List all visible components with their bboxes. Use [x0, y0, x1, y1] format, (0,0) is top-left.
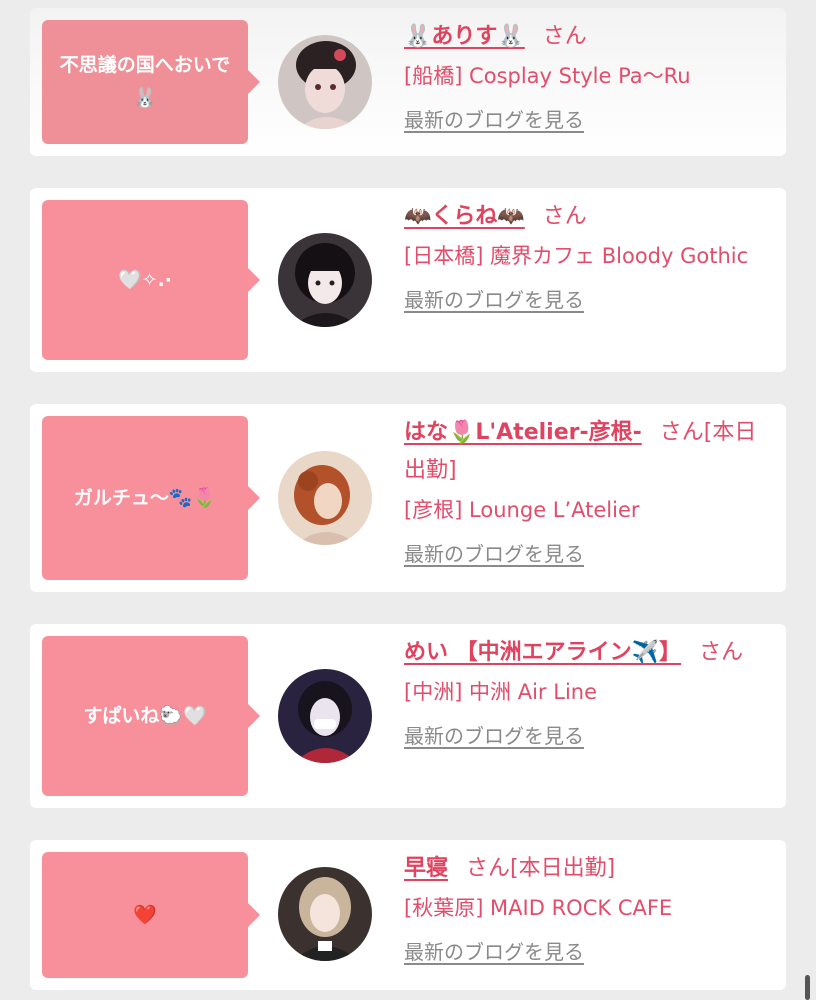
- cast-card: すぱいね🐑🤍 めい 【中洲エアライン✈️】 さん [中洲] 中洲 Air Line…: [30, 624, 786, 808]
- cast-card: ガルチュ〜🐾🌷 はな🌷L'Atelier-彦根- さん[本日出勤] [彦根] Lo…: [30, 404, 786, 592]
- cast-card: 🤍✧.· 🦇くらね🦇 さん [日本橋] 魔界カフェ Bloody Gothic 最…: [30, 188, 786, 372]
- latest-blog-link[interactable]: 最新のブログを見る: [404, 284, 584, 313]
- scrollbar-thumb[interactable]: [805, 975, 810, 1000]
- shop-name: [船橋] Cosplay Style Pa〜Ru: [404, 64, 691, 88]
- cast-name-link[interactable]: 早寝: [404, 856, 448, 881]
- honorific: さん: [699, 640, 744, 665]
- cast-card: 不思議の国へおいで🐰 🐰ありす🐰 さん [船橋] Cosplay Style Pa…: [30, 8, 786, 156]
- latest-blog-link[interactable]: 最新のブログを見る: [404, 538, 584, 567]
- message-bubble: ❤️: [42, 852, 260, 978]
- message-bubble: 不思議の国へおいで🐰: [42, 20, 260, 144]
- message-text: すぱいね🐑🤍: [83, 704, 207, 727]
- avatar[interactable]: [278, 35, 372, 129]
- avatar[interactable]: [278, 669, 372, 763]
- avatar[interactable]: [278, 233, 372, 327]
- message-text: ガルチュ〜🐾🌷: [73, 486, 217, 509]
- message-bubble: すぱいね🐑🤍: [42, 636, 260, 796]
- shop-name: [彦根] Lounge L’Atelier: [404, 498, 640, 522]
- shop-name: [秋葉原] MAID ROCK CAFE: [404, 896, 673, 920]
- honorific: さん: [542, 204, 587, 229]
- cast-name-link[interactable]: めい 【中洲エアライン✈️】: [404, 640, 681, 665]
- latest-blog-link[interactable]: 最新のブログを見る: [404, 104, 584, 133]
- cast-name-link[interactable]: 🦇くらね🦇: [404, 204, 525, 229]
- message-text: 🤍✧.·: [117, 268, 172, 291]
- message-bubble: 🤍✧.·: [42, 200, 260, 360]
- shop-name: [中洲] 中洲 Air Line: [404, 680, 598, 704]
- latest-blog-link[interactable]: 最新のブログを見る: [404, 720, 584, 749]
- cast-name-link[interactable]: はな🌷L'Atelier-彦根-: [404, 420, 642, 445]
- latest-blog-link[interactable]: 最新のブログを見る: [404, 936, 584, 965]
- shop-name: [日本橋] 魔界カフェ Bloody Gothic: [404, 244, 749, 268]
- cast-card: ❤️ 早寝 さん[本日出勤] [秋葉原] MAID ROCK CAFE 最新のブロ…: [30, 840, 786, 990]
- avatar[interactable]: [278, 867, 372, 961]
- honorific: さん: [542, 24, 587, 49]
- honorific: さん[本日出勤]: [466, 856, 616, 881]
- cast-name-link[interactable]: 🐰ありす🐰: [404, 24, 525, 49]
- message-text: 不思議の国へおいで🐰: [59, 54, 231, 109]
- message-bubble: ガルチュ〜🐾🌷: [42, 416, 260, 580]
- message-text: ❤️: [133, 903, 157, 926]
- avatar[interactable]: [278, 451, 372, 545]
